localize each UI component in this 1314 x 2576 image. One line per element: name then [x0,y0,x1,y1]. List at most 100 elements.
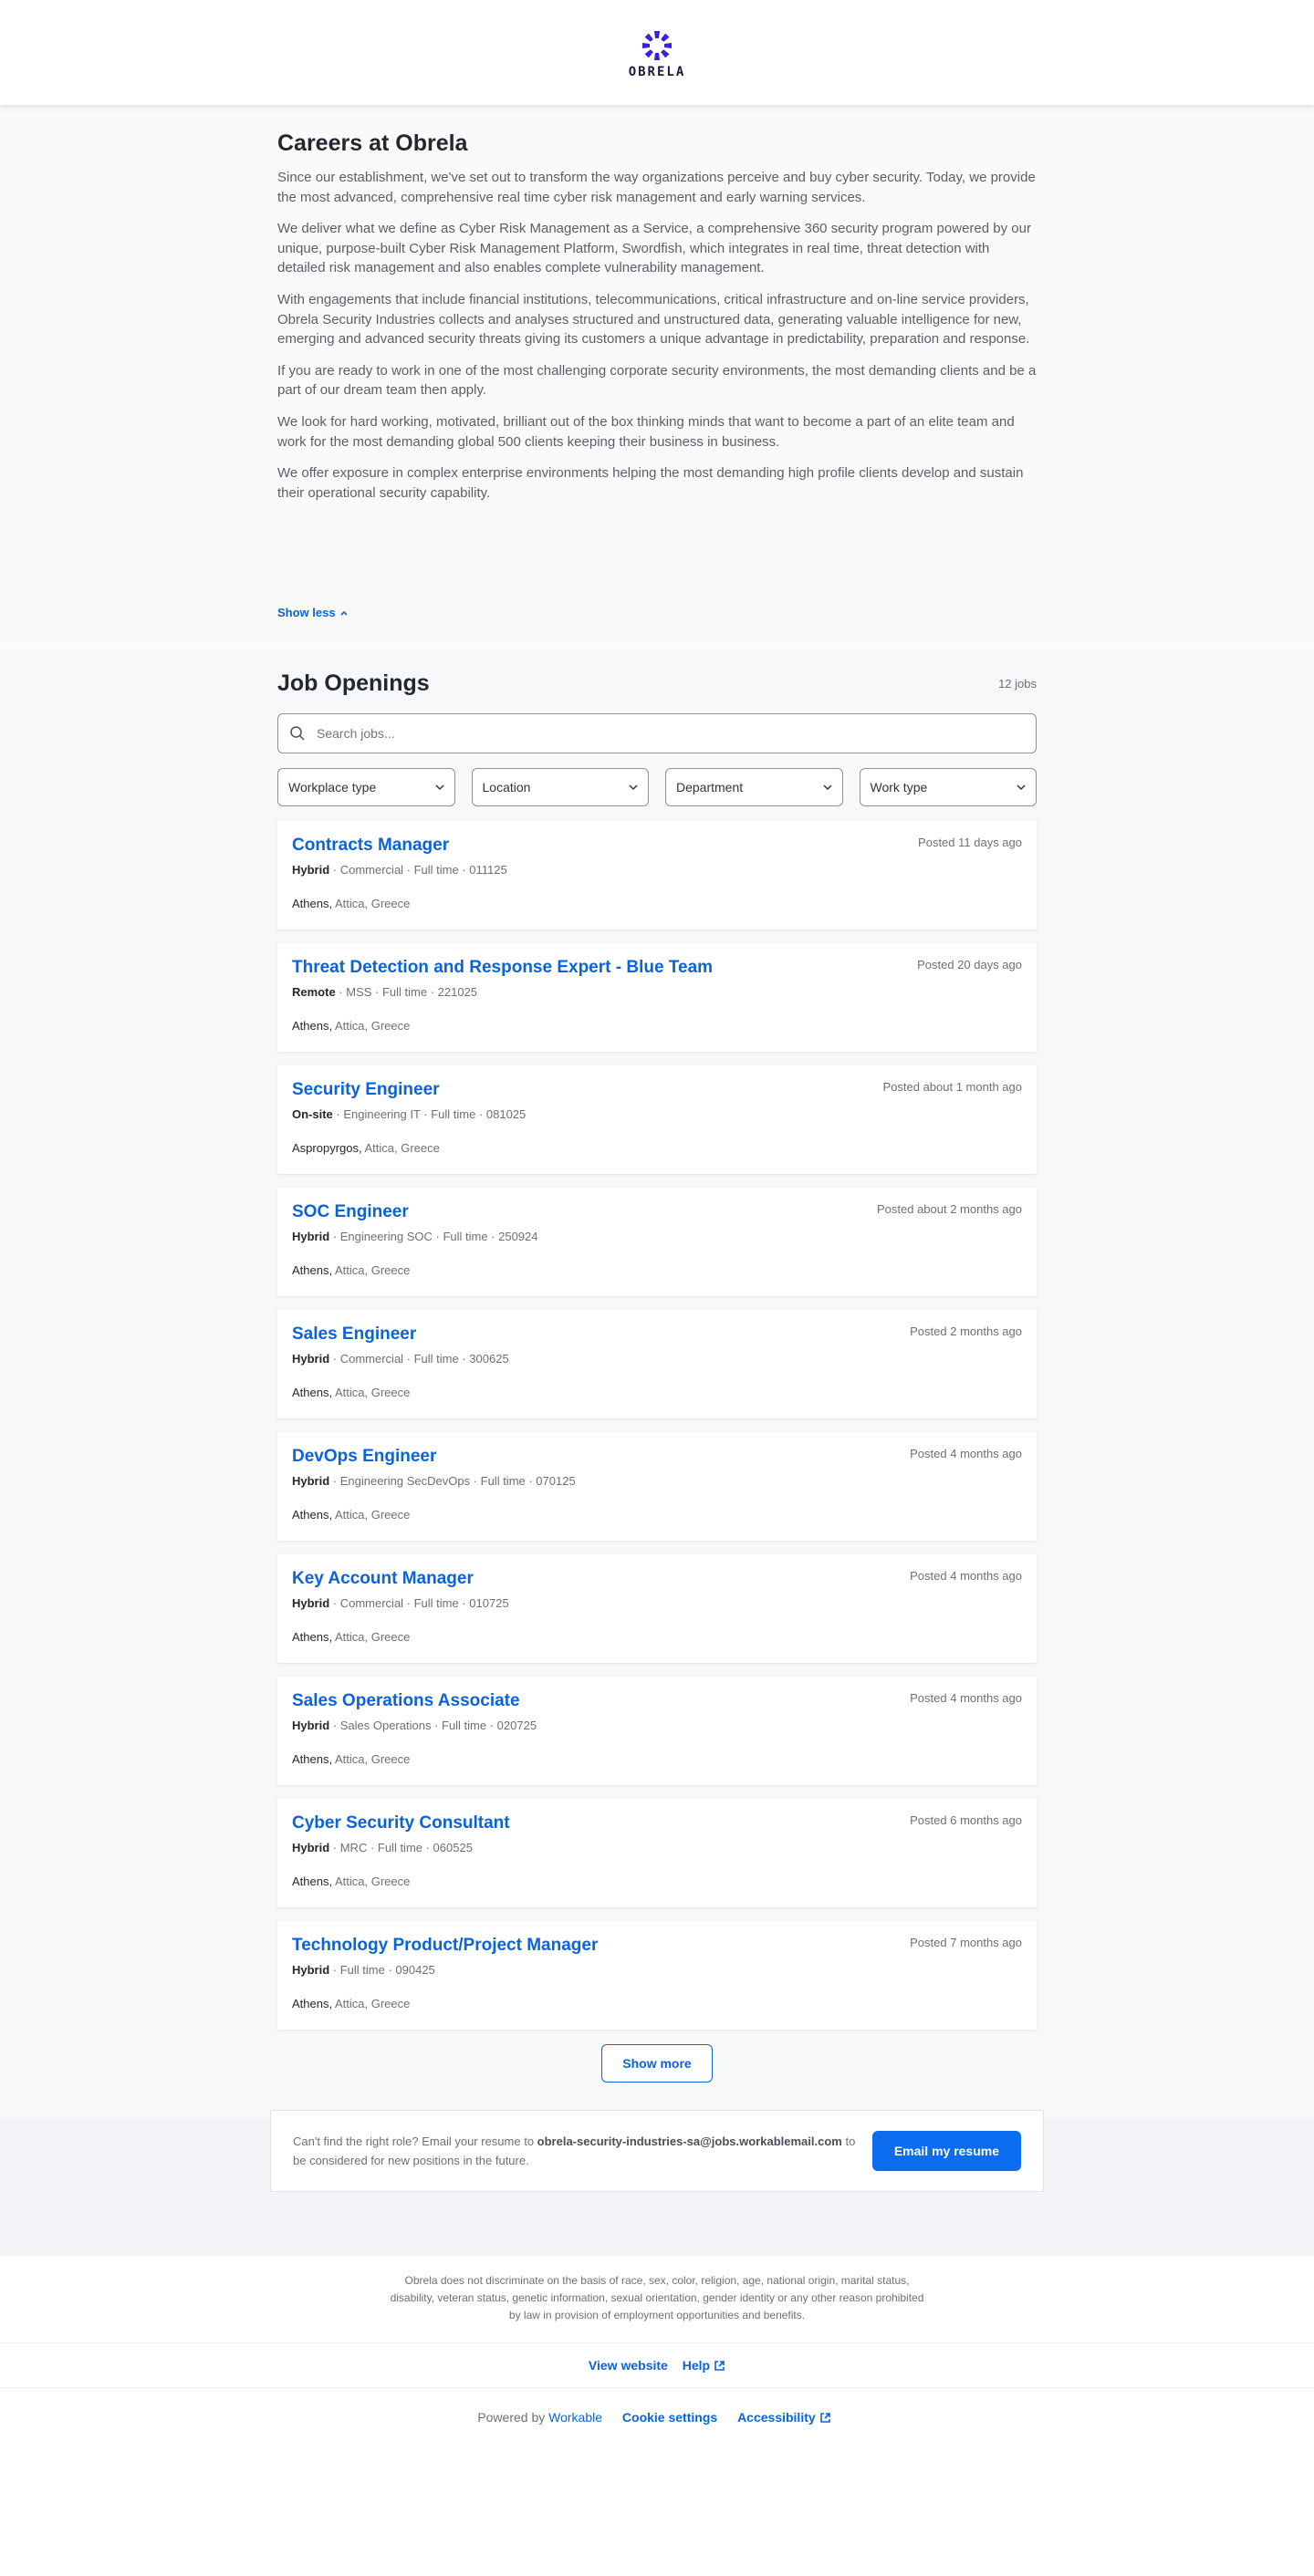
job-location: Athens, Attica, Greece [292,1752,1022,1766]
job-city: Athens, [292,1019,333,1034]
job-workplace: Hybrid [292,1230,330,1244]
job-details: · Engineering IT · Full time · 081025 [332,1107,527,1122]
logo-text: OBRELA [628,64,686,79]
search-box[interactable] [277,713,1037,754]
email-my-resume-button[interactable]: Email my resume [871,2131,1021,2172]
job-title[interactable]: DevOps Engineer [292,1447,436,1467]
job-location: Athens, Attica, Greece [292,1263,1022,1277]
job-meta: Hybrid · Commercial · Full time · 300625 [292,1352,1022,1366]
job-workplace: Hybrid [292,1596,330,1611]
chevron-down-icon [822,784,832,791]
filter-dropdown[interactable]: Location [471,768,649,807]
job-card[interactable]: Technology Product/Project Manager Poste… [277,1921,1037,2031]
job-title[interactable]: Sales Engineer [292,1324,416,1345]
job-card[interactable]: Security Engineer Posted about 1 month a… [277,1065,1037,1175]
intro-paragraph: If you are ready to work in one of the m… [277,362,1037,399]
job-region: Attica, Greece [332,1019,411,1034]
job-details: · Sales Operations · Full time · 020725 [329,1719,537,1733]
job-card[interactable]: DevOps Engineer Posted 4 months ago Hybr… [277,1432,1037,1542]
job-region: Attica, Greece [332,1508,411,1522]
job-location: Athens, Attica, Greece [292,1019,1022,1033]
job-location: Athens, Attica, Greece [292,1875,1022,1888]
job-title[interactable]: Security Engineer [292,1080,440,1100]
job-city: Athens, [292,1508,333,1522]
job-meta: Hybrid · Sales Operations · Full time · … [292,1719,1022,1732]
job-region: Attica, Greece [332,1386,411,1400]
external-link-icon [714,2361,725,2372]
email-resume-box: Can't find the right role? Email your re… [270,2110,1044,2193]
view-website-link[interactable]: View website [589,2358,668,2373]
job-title[interactable]: Sales Operations Associate [292,1691,520,1711]
job-region: Attica, Greece [332,1997,411,2011]
workable-link[interactable]: Workable [548,2410,602,2425]
job-city: Athens, [292,1386,333,1400]
filter-dropdown[interactable]: Department [665,768,843,807]
help-link[interactable]: Help [683,2358,725,2373]
job-card[interactable]: Sales Operations Associate Posted 4 mont… [277,1677,1037,1786]
cookie-settings-link[interactable]: Cookie settings [622,2410,717,2425]
job-workplace: Remote [292,985,336,1000]
show-more-button[interactable]: Show more [601,2044,713,2083]
accessibility-link[interactable]: Accessibility [737,2410,831,2425]
job-workplace: Hybrid [292,863,330,878]
page-title: Careers at Obrela [277,130,468,156]
chevron-down-icon [1017,784,1026,791]
job-posted-date: Posted about 1 month ago [882,1080,1022,1095]
job-card[interactable]: Sales Engineer Posted 2 months ago Hybri… [277,1310,1037,1419]
job-details: · Full time · 090425 [329,1963,435,1978]
filter-label: Department [676,780,744,795]
job-posted-date: Posted 20 days ago [917,958,1022,972]
intro-section: Careers at Obrela Since our establishmen… [0,105,1314,649]
job-region: Attica, Greece [332,1630,411,1645]
job-region: Attica, Greece [332,1875,411,1889]
chevron-down-icon [434,784,444,791]
job-details: · Commercial · Full time · 010725 [329,1596,509,1611]
job-meta: On-site · Engineering IT · Full time · 0… [292,1107,1022,1121]
cta-band: Can't find the right role? Email your re… [0,2110,1314,2257]
job-region: Attica, Greece [332,1263,411,1278]
job-title[interactable]: Threat Detection and Response Expert - B… [292,958,713,978]
job-details: · MRC · Full time · 060525 [329,1841,473,1855]
job-card[interactable]: Key Account Manager Posted 4 months ago … [277,1554,1037,1664]
job-details: · Commercial · Full time · 011125 [329,863,507,878]
job-openings-section: Job Openings 12 jobs Workplace type Locat… [0,649,1314,2120]
job-workplace: Hybrid [292,1841,330,1855]
job-card[interactable]: Threat Detection and Response Expert - B… [277,943,1037,1053]
job-region: Attica, Greece [332,1752,411,1767]
chevron-up-icon [340,610,348,616]
filter-label: Work type [870,780,928,795]
job-posted-date: Posted 4 months ago [910,1691,1022,1706]
job-card[interactable]: Cyber Security Consultant Posted 6 month… [277,1799,1037,1908]
job-location: Athens, Attica, Greece [292,897,1022,910]
footer: Obrela does not discriminate on the basi… [0,2256,1314,2450]
job-city: Athens, [292,897,333,911]
job-workplace: Hybrid [292,1474,330,1489]
job-title[interactable]: Key Account Manager [292,1569,474,1589]
job-posted-date: Posted 2 months ago [910,1324,1022,1339]
job-location: Aspropyrgos, Attica, Greece [292,1141,1022,1155]
job-details: · Commercial · Full time · 300625 [329,1352,509,1366]
job-meta: Hybrid · MRC · Full time · 060525 [292,1841,1022,1854]
help-label: Help [682,2358,711,2373]
job-meta: Hybrid · Engineering SecDevOps · Full ti… [292,1474,1022,1488]
job-city: Athens, [292,1752,333,1767]
filter-dropdown[interactable]: Work type [859,768,1037,807]
show-less-button[interactable]: Show less [277,606,349,619]
job-title[interactable]: Contracts Manager [292,836,449,856]
filter-dropdown[interactable]: Workplace type [277,768,455,807]
job-title[interactable]: SOC Engineer [292,1202,409,1222]
eeo-statement: Obrela does not discriminate on the basi… [390,2274,924,2322]
search-input[interactable] [317,726,1025,742]
job-posted-date: Posted 4 months ago [910,1447,1022,1461]
cta-text: Can't find the right role? Email your re… [293,2132,859,2170]
job-title[interactable]: Cyber Security Consultant [292,1813,510,1833]
job-count: 12 jobs [998,677,1037,691]
job-card[interactable]: Contracts Manager Posted 11 days ago Hyb… [277,821,1037,930]
job-title[interactable]: Technology Product/Project Manager [292,1936,598,1956]
obrela-logo-icon[interactable] [641,30,673,61]
job-card[interactable]: SOC Engineer Posted about 2 months ago H… [277,1188,1037,1297]
job-meta: Hybrid · Full time · 090425 [292,1963,1022,1977]
job-city: Aspropyrgos, [292,1141,362,1156]
job-city: Athens, [292,1997,333,2011]
job-workplace: On-site [292,1107,333,1122]
